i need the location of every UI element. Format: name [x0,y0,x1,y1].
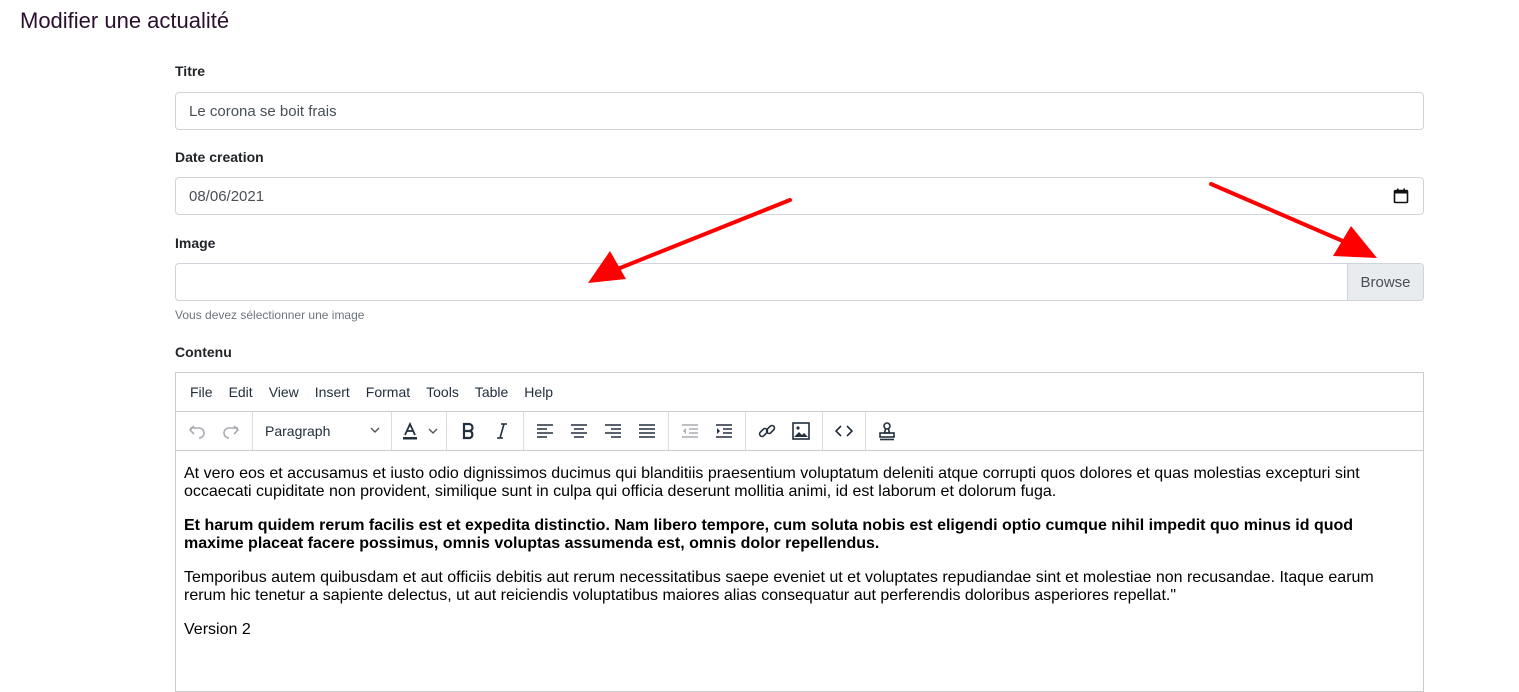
content-paragraph: At vero eos et accusamus et iusto odio d… [184,465,1360,500]
editor-menubar: File Edit View Insert Format Tools Table… [176,373,1423,412]
bold-icon[interactable] [451,416,485,446]
menu-table[interactable]: Table [467,384,516,400]
indent-icon[interactable] [707,416,741,446]
menu-format[interactable]: Format [358,384,418,400]
date-creation-input[interactable]: 08/06/2021 [175,177,1424,215]
block-format-select[interactable]: Paragraph [257,416,387,446]
calendar-icon[interactable] [1392,187,1410,205]
date-creation-label: Date creation [175,149,264,165]
align-right-icon[interactable] [596,416,630,446]
titre-label: Titre [175,63,206,79]
code-icon[interactable] [827,416,861,446]
italic-icon[interactable] [485,416,519,446]
menu-file[interactable]: File [182,384,221,400]
undo-icon[interactable] [180,416,214,446]
menu-help[interactable]: Help [516,384,561,400]
menu-insert[interactable]: Insert [307,384,358,400]
align-justify-icon[interactable] [630,416,664,446]
image-help-text: Vous devez sélectionner une image [175,308,365,322]
stamp-icon[interactable] [870,416,904,446]
image-icon[interactable] [784,416,818,446]
browse-button[interactable]: Browse [1347,264,1423,300]
image-file-input[interactable]: Browse [175,263,1424,301]
content-paragraph: Version 2 [184,621,251,638]
menu-view[interactable]: View [261,384,307,400]
titre-input[interactable]: Le corona se boit frais [175,92,1424,130]
content-paragraph: Temporibus autem quibusdam et aut offici… [184,569,1374,604]
block-format-value: Paragraph [265,423,331,439]
link-icon[interactable] [750,416,784,446]
image-file-field[interactable] [176,264,1347,300]
contenu-label: Contenu [175,344,232,360]
image-label: Image [175,235,216,251]
text-color-icon[interactable] [396,416,424,446]
align-center-icon[interactable] [562,416,596,446]
menu-edit[interactable]: Edit [221,384,261,400]
titre-value: Le corona se boit frais [189,102,337,120]
menu-tools[interactable]: Tools [418,384,467,400]
redo-icon[interactable] [214,416,248,446]
editor-toolbar: Paragraph [176,412,1423,451]
align-left-icon[interactable] [528,416,562,446]
rich-text-editor: File Edit View Insert Format Tools Table… [175,372,1424,692]
page-title: Modifier une actualité [20,8,230,33]
date-creation-value: 08/06/2021 [189,187,265,205]
outdent-icon[interactable] [673,416,707,446]
content-paragraph-bold: Et harum quidem rerum facilis est et exp… [184,517,1354,552]
text-color-chevron-icon[interactable] [424,416,442,446]
chevron-down-icon [369,423,381,439]
editor-content[interactable]: At vero eos et accusamus et iusto odio d… [176,451,1423,639]
